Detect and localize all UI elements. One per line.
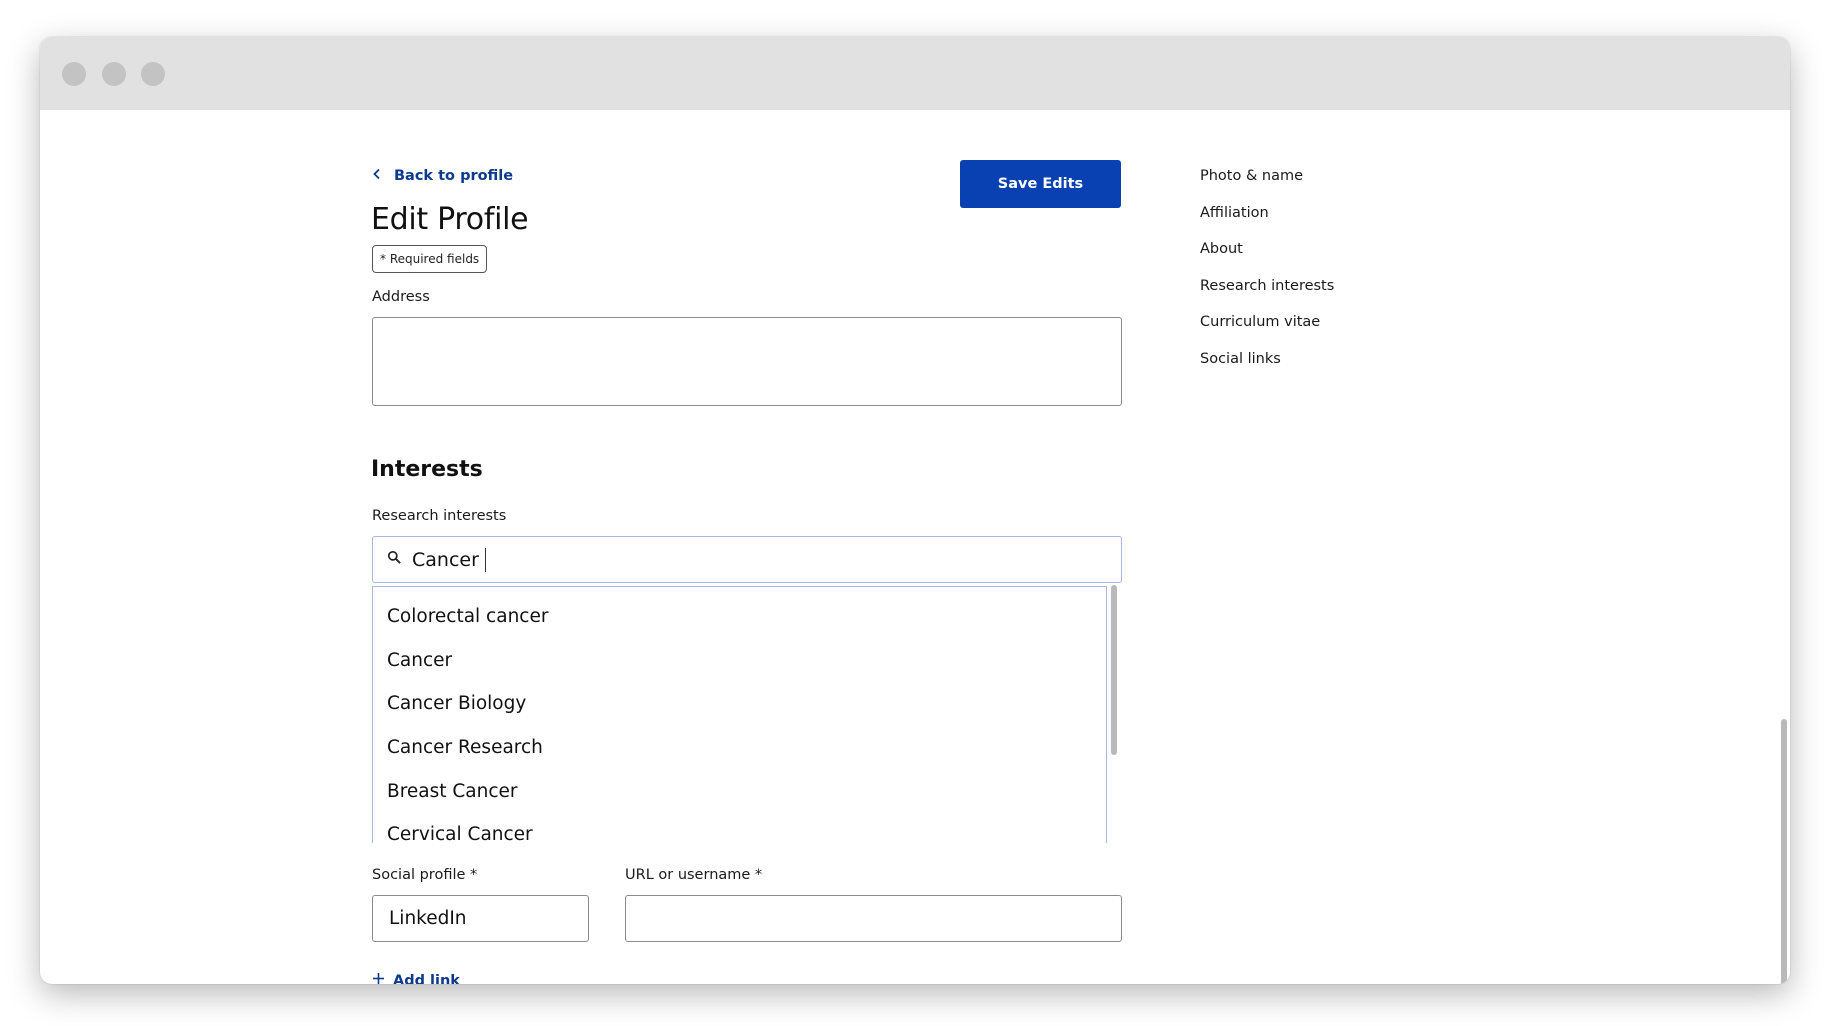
required-fields-badge: * Required fields bbox=[372, 245, 488, 273]
social-profile-label: Social profile * bbox=[372, 867, 478, 883]
maximize-window-dot[interactable] bbox=[141, 62, 165, 86]
address-field[interactable] bbox=[372, 317, 1122, 406]
search-input-value: Cancer bbox=[412, 548, 479, 571]
page-content: Back to profile Edit Profile * Required … bbox=[40, 110, 1790, 984]
url-username-input[interactable] bbox=[625, 895, 1122, 942]
text-cursor bbox=[484, 547, 486, 572]
suggestion-item[interactable]: Breast Cancer bbox=[373, 769, 1106, 813]
suggestion-item[interactable]: Cancer bbox=[373, 639, 1106, 683]
side-nav-item-affiliation[interactable]: Affiliation bbox=[1200, 205, 1334, 242]
dropdown-scrollbar[interactable] bbox=[1108, 583, 1120, 843]
browser-window: Back to profile Edit Profile * Required … bbox=[40, 37, 1790, 984]
suggestion-item[interactable]: Cancer Research bbox=[373, 726, 1106, 770]
save-edits-button[interactable]: Save Edits bbox=[960, 160, 1121, 208]
minimize-window-dot[interactable] bbox=[102, 62, 126, 86]
side-nav-item-photo-name[interactable]: Photo & name bbox=[1200, 168, 1334, 205]
suggestion-item[interactable]: Cervical Cancer bbox=[373, 813, 1106, 843]
add-link-label: Add link bbox=[393, 972, 460, 985]
back-to-profile-label: Back to profile bbox=[394, 168, 514, 184]
search-icon bbox=[387, 550, 412, 569]
side-nav-item-about[interactable]: About bbox=[1200, 241, 1334, 278]
page-title: Edit Profile bbox=[371, 202, 529, 237]
side-nav-item-curriculum-vitae[interactable]: Curriculum vitae bbox=[1200, 314, 1334, 351]
plus-icon bbox=[372, 972, 385, 984]
social-profile-select[interactable]: LinkedIn bbox=[372, 895, 589, 942]
back-to-profile-link[interactable]: Back to profile bbox=[371, 168, 513, 184]
close-window-dot[interactable] bbox=[62, 62, 86, 86]
add-link-button[interactable]: Add link bbox=[372, 972, 460, 984]
url-username-label: URL or username * bbox=[625, 867, 763, 883]
address-label: Address bbox=[372, 289, 430, 305]
suggestion-item[interactable]: Cancer Biology bbox=[373, 682, 1106, 726]
side-nav-item-social-links[interactable]: Social links bbox=[1200, 351, 1334, 388]
dropdown-scrollbar-thumb[interactable] bbox=[1111, 585, 1117, 755]
suggestions-dropdown: Colorectal cancer Cancer Cancer Biology … bbox=[372, 586, 1107, 843]
interests-section-title: Interests bbox=[371, 457, 483, 482]
page-scrollbar-thumb[interactable] bbox=[1781, 719, 1787, 984]
research-interests-label: Research interests bbox=[372, 508, 507, 524]
suggestion-item[interactable]: Colorectal cancer bbox=[373, 595, 1106, 639]
research-interests-search-input[interactable]: Cancer bbox=[372, 536, 1122, 583]
side-nav-item-research-interests[interactable]: Research interests bbox=[1200, 278, 1334, 315]
window-titlebar bbox=[40, 37, 1790, 110]
chevron-left-icon bbox=[371, 168, 383, 184]
section-side-nav: Photo & name Affiliation About Research … bbox=[1200, 168, 1334, 387]
